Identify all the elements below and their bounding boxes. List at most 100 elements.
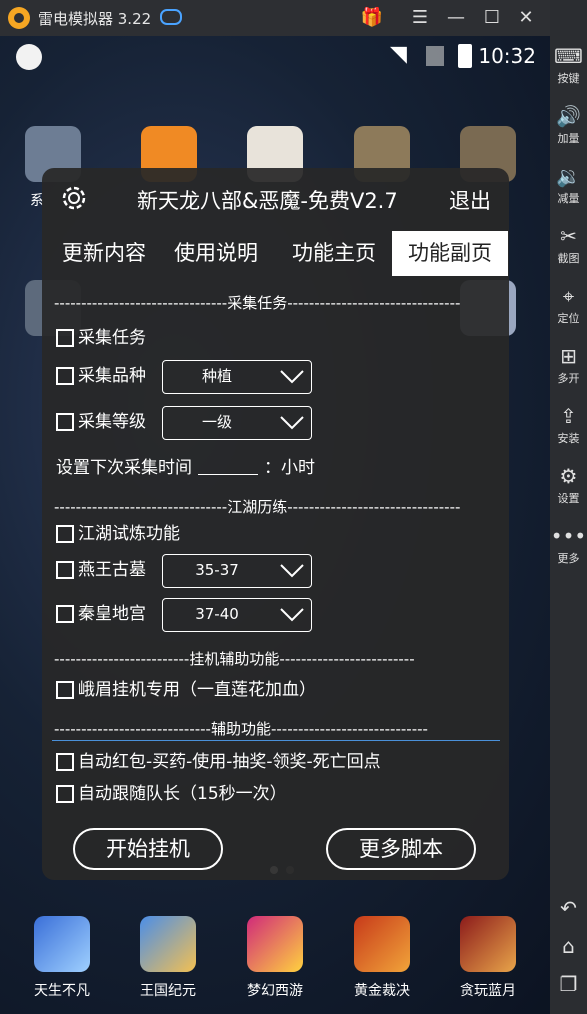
tab-secondary-page[interactable]: 功能副页 xyxy=(392,231,508,276)
sidebar-item-label: 截图 xyxy=(557,252,580,265)
minimize-icon[interactable]: — xyxy=(444,6,468,30)
android-status-bar: ◥ 10:32 xyxy=(0,36,550,76)
start-idle-button[interactable]: 开始挂机 xyxy=(73,828,223,870)
chevron-down-icon xyxy=(280,370,304,384)
emulator-sidebar: ⌨ 按键 🔊 加量 🔉 减量 ✂ 截图 ⌖ 定位 ⊞ 多开 ⇪ 安装 ⚙ 设置 ••• 更多 ↶ ⌂ ❐ xyxy=(550,0,587,1014)
checkbox-label: 秦皇地宫 xyxy=(78,604,146,624)
checkbox-label: 江湖试炼功能 xyxy=(78,524,180,544)
menu-icon[interactable]: ☰ xyxy=(408,6,432,30)
sidebar-item-5[interactable]: ⊞ 多开 xyxy=(550,344,587,386)
sidebar-item-label: 定位 xyxy=(557,312,580,325)
sidebar-item-4[interactable]: ⌖ 定位 xyxy=(550,284,587,326)
blue-separator xyxy=(52,740,500,741)
checkbox-icon[interactable] xyxy=(56,561,74,579)
dock-app-2[interactable]: 王国纪元 xyxy=(123,916,213,1000)
tab-main-page[interactable]: 功能主页 xyxy=(278,231,390,276)
more-scripts-button[interactable]: 更多脚本 xyxy=(326,828,476,870)
jianghu-trial-checkbox[interactable]: 江湖试炼功能 xyxy=(56,522,180,548)
checkbox-icon[interactable] xyxy=(56,367,74,385)
maximize-icon[interactable]: ☐ xyxy=(480,6,504,30)
dock-app-3[interactable]: 梦幻西游 xyxy=(230,916,320,1000)
sidebar-item-label: 按键 xyxy=(557,72,580,85)
multi-open-icon: ⊞ xyxy=(560,344,577,368)
back-icon[interactable]: ↶ xyxy=(550,896,587,920)
next-collect-time-row: 设置下次采集时间 ：小时 xyxy=(56,456,315,482)
keyboard-icon: ⌨ xyxy=(554,44,583,68)
sidebar-item-1[interactable]: 🔊 加量 xyxy=(550,104,587,146)
collect-type-select[interactable]: 种植 xyxy=(162,360,312,394)
auto-follow-checkbox[interactable]: 自动跟随队长（15秒一次） xyxy=(56,782,287,808)
script-dialog: 新天龙八部&恶魔-免费V2.7 退出 更新内容 使用说明 功能主页 功能副页 -… xyxy=(42,168,509,880)
volume-down-icon: 🔉 xyxy=(556,164,581,188)
wifi-icon: ◥ xyxy=(390,42,407,67)
sidebar-item-label: 减量 xyxy=(557,192,580,205)
tab-instructions[interactable]: 使用说明 xyxy=(162,231,270,276)
yanwang-tomb-checkbox[interactable]: 燕王古墓 xyxy=(56,558,146,584)
sidebar-item-label: 多开 xyxy=(557,372,580,385)
sidebar-item-7[interactable]: ⚙ 设置 xyxy=(550,464,587,506)
clock: 10:32 xyxy=(478,44,536,68)
sidebar-item-label: 设置 xyxy=(557,492,580,505)
sidebar-item-label: 安装 xyxy=(557,432,580,445)
select-value: 一级 xyxy=(201,413,232,431)
dock-app-4[interactable]: 黄金裁决 xyxy=(337,916,427,1000)
dock-app-1[interactable]: 天生不凡 xyxy=(17,916,107,1000)
next-time-input[interactable] xyxy=(198,458,258,475)
checkbox-label: 自动红包-买药-使用-抽奖-领奖-死亡回点 xyxy=(78,752,381,772)
checkbox-icon[interactable] xyxy=(56,413,74,431)
collect-level-checkbox[interactable]: 采集等级 xyxy=(56,410,146,436)
exit-button[interactable]: 退出 xyxy=(449,185,491,215)
battery-icon xyxy=(458,44,472,68)
checkbox-label: 采集任务 xyxy=(78,328,146,348)
gift-icon[interactable]: 🎁 xyxy=(360,6,384,30)
select-value: 35-37 xyxy=(195,561,239,579)
sidebar-item-label: 加量 xyxy=(557,132,580,145)
auto-redpack-checkbox[interactable]: 自动红包-买药-使用-抽奖-领奖-死亡回点 xyxy=(56,750,381,776)
emei-idle-checkbox[interactable]: 峨眉挂机专用（一直莲花加血） xyxy=(56,678,316,704)
sidebar-item-0[interactable]: ⌨ 按键 xyxy=(550,44,587,86)
dock-app-5[interactable]: 贪玩蓝月 xyxy=(443,916,533,1000)
app-logo-icon xyxy=(8,7,30,29)
home-icon[interactable]: ⌂ xyxy=(550,934,587,958)
checkbox-label: 采集品种 xyxy=(78,366,146,386)
gear-icon[interactable] xyxy=(58,182,90,214)
sidebar-item-label: 更多 xyxy=(557,552,580,565)
checkbox-label: 峨眉挂机专用（一直莲花加血） xyxy=(78,680,316,700)
checkbox-icon[interactable] xyxy=(56,525,74,543)
section-divider-assist: -----------------------------辅助功能-------… xyxy=(54,720,428,738)
gear-icon: ⚙ xyxy=(559,464,578,488)
collect-task-checkbox[interactable]: 采集任务 xyxy=(56,326,146,352)
section-divider-collect: --------------------------------采集任务----… xyxy=(54,294,461,312)
yanwang-level-select[interactable]: 35-37 xyxy=(162,554,312,588)
chevron-down-icon xyxy=(280,564,304,578)
notification-icon xyxy=(16,44,42,70)
close-icon[interactable]: ✕ xyxy=(514,6,538,30)
collect-level-select[interactable]: 一级 xyxy=(162,406,312,440)
checkbox-label: 自动跟随队长（15秒一次） xyxy=(78,784,287,804)
checkbox-icon[interactable] xyxy=(56,329,74,347)
checkbox-icon[interactable] xyxy=(56,681,74,699)
chevron-down-icon xyxy=(280,608,304,622)
gamepad-icon[interactable] xyxy=(160,9,182,25)
next-time-unit: ：小时 xyxy=(264,458,315,478)
sidebar-item-2[interactable]: 🔉 减量 xyxy=(550,164,587,206)
window-title: 雷电模拟器 3.22 xyxy=(38,10,152,28)
checkbox-icon[interactable] xyxy=(56,605,74,623)
no-sim-icon xyxy=(426,46,444,66)
collect-type-checkbox[interactable]: 采集品种 xyxy=(56,364,146,390)
checkbox-icon[interactable] xyxy=(56,753,74,771)
sidebar-item-6[interactable]: ⇪ 安装 xyxy=(550,404,587,446)
qinhuang-level-select[interactable]: 37-40 xyxy=(162,598,312,632)
recent-apps-icon[interactable]: ❐ xyxy=(550,972,587,996)
tab-update-content[interactable]: 更新内容 xyxy=(50,231,158,276)
scissors-icon: ✂ xyxy=(560,224,577,248)
section-divider-jianghu: --------------------------------江湖历练----… xyxy=(54,498,461,516)
select-value: 37-40 xyxy=(195,605,239,623)
checkbox-label: 采集等级 xyxy=(78,412,146,432)
select-value: 种植 xyxy=(201,367,232,385)
sidebar-item-8[interactable]: ••• 更多 xyxy=(550,524,587,566)
qinhuang-palace-checkbox[interactable]: 秦皇地宫 xyxy=(56,602,146,628)
sidebar-item-3[interactable]: ✂ 截图 xyxy=(550,224,587,266)
checkbox-label: 燕王古墓 xyxy=(78,560,146,580)
checkbox-icon[interactable] xyxy=(56,785,74,803)
